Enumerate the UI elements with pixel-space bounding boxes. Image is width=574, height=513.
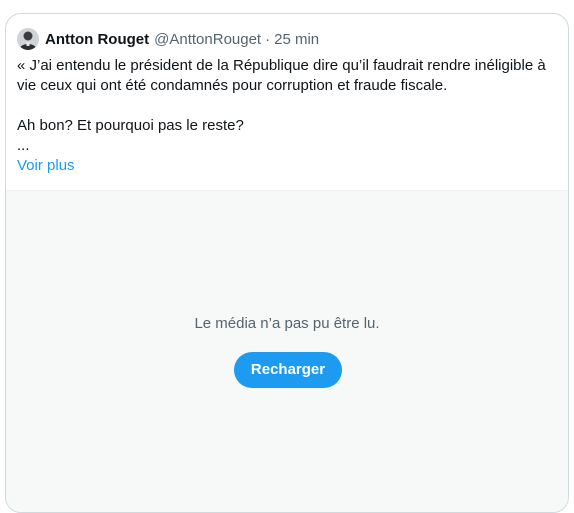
show-more-link[interactable]: Voir plus — [17, 156, 75, 176]
embedded-tweet-card[interactable]: Antton Rouget @AnttonRouget · 25 min « J… — [5, 13, 569, 513]
avatar[interactable] — [17, 28, 39, 50]
tweet-text-ellipsis: ... — [17, 137, 30, 154]
tweet-text: « J’ai entendu le président de la Républ… — [17, 56, 562, 176]
reload-button[interactable]: Recharger — [234, 352, 342, 388]
profile-photo-icon — [17, 28, 39, 50]
tweet-header: Antton Rouget @AnttonRouget · 25 min — [17, 27, 319, 51]
author-name[interactable]: Antton Rouget — [45, 31, 149, 48]
tweet-text-paragraph-2: Ah bon? Et pourquoi pas le reste? — [17, 117, 244, 134]
tweet-text-paragraph-1: « J’ai entendu le président de la Républ… — [17, 57, 546, 94]
tweet-timestamp[interactable]: 25 min — [274, 31, 319, 48]
media-placeholder: Le média n’a pas pu être lu. Recharger — [6, 190, 568, 512]
author-handle[interactable]: @AnttonRouget — [154, 31, 261, 48]
header-separator: · — [265, 30, 271, 48]
media-error-message: Le média n’a pas pu être lu. — [194, 315, 380, 332]
